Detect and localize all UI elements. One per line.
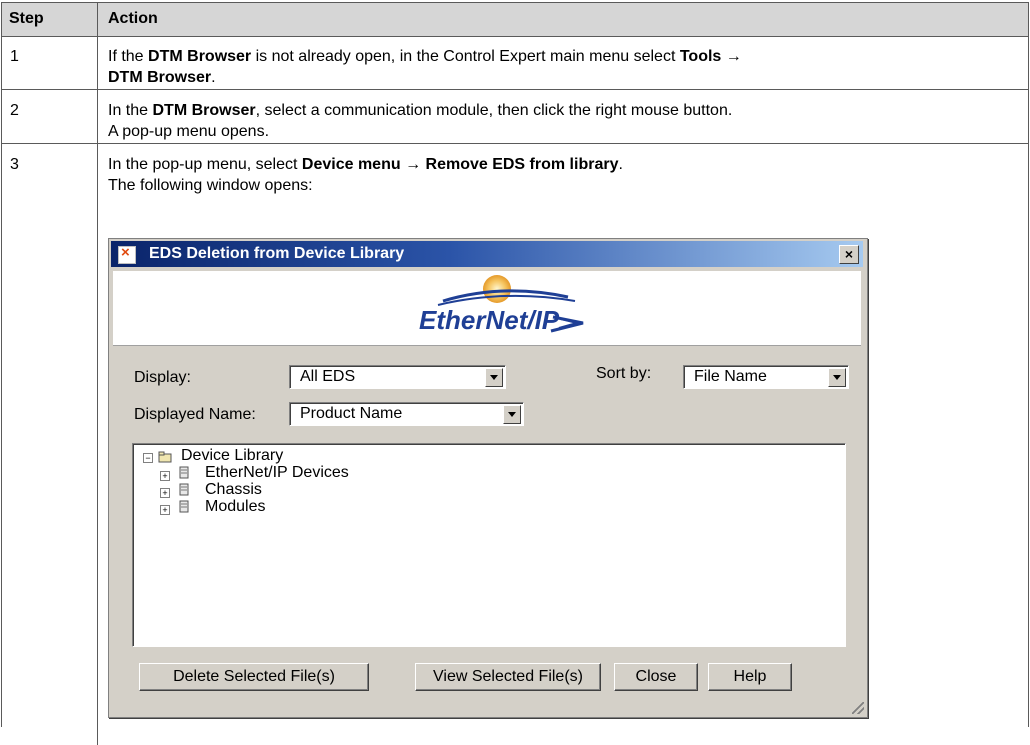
device-icon — [179, 466, 189, 479]
sortby-select[interactable]: File Name — [683, 365, 849, 389]
help-button[interactable]: Help — [708, 663, 792, 691]
header-step: Step — [9, 10, 44, 27]
row-3-action: In the pop-up menu, select Device menu →… — [108, 156, 623, 194]
resize-grip-icon[interactable] — [852, 702, 864, 714]
step-number: 2 — [10, 102, 19, 119]
display-select[interactable]: All EDS — [289, 365, 506, 389]
dialog-titlebar[interactable]: EDS Deletion from Device Library × — [111, 241, 863, 267]
step-number: 1 — [10, 48, 19, 65]
expand-icon[interactable]: + — [160, 505, 170, 515]
device-icon — [179, 500, 189, 513]
close-icon[interactable]: × — [839, 245, 859, 264]
displayed-name-select[interactable]: Product Name — [289, 402, 524, 426]
header-action: Action — [108, 10, 158, 27]
row-2-action: In the DTM Browser, select a communicati… — [108, 102, 733, 140]
table-row: 2 — [10, 100, 19, 121]
tree-root[interactable]: Device Library — [181, 447, 283, 465]
tree-item[interactable]: Chassis — [205, 481, 262, 499]
displayed-name-label: Displayed Name: — [134, 406, 256, 423]
chevron-down-icon[interactable] — [828, 368, 846, 387]
display-label: Display: — [134, 369, 191, 386]
table-row: 3 — [10, 154, 19, 175]
collapse-icon[interactable]: − — [143, 453, 153, 463]
row-1-action: If the DTM Browser is not already open, … — [108, 48, 742, 86]
device-tree[interactable]: − Device Library + EtherNet/IP Devices +… — [132, 443, 846, 647]
dialog-title: EDS Deletion from Device Library — [149, 245, 405, 262]
expand-icon[interactable]: + — [160, 471, 170, 481]
logo-text: EtherNet/IP — [419, 305, 560, 335]
folder-icon — [158, 451, 172, 463]
delete-selected-button[interactable]: Delete Selected File(s) — [139, 663, 369, 691]
tree-item[interactable]: EtherNet/IP Devices — [205, 464, 349, 482]
table-row: 1 — [10, 46, 19, 67]
ethernetip-logo: EtherNet/IP — [113, 271, 861, 346]
step-number: 3 — [10, 156, 19, 173]
tree-item[interactable]: Modules — [205, 498, 265, 516]
view-selected-button[interactable]: View Selected File(s) — [415, 663, 601, 691]
app-icon — [118, 244, 136, 264]
eds-deletion-dialog: EDS Deletion from Device Library × Ether… — [108, 238, 868, 718]
sortby-label: Sort by: — [596, 365, 652, 382]
close-button[interactable]: Close — [614, 663, 698, 691]
device-icon — [179, 483, 189, 496]
chevron-down-icon[interactable] — [485, 368, 503, 387]
expand-icon[interactable]: + — [160, 488, 170, 498]
chevron-down-icon[interactable] — [503, 405, 521, 424]
